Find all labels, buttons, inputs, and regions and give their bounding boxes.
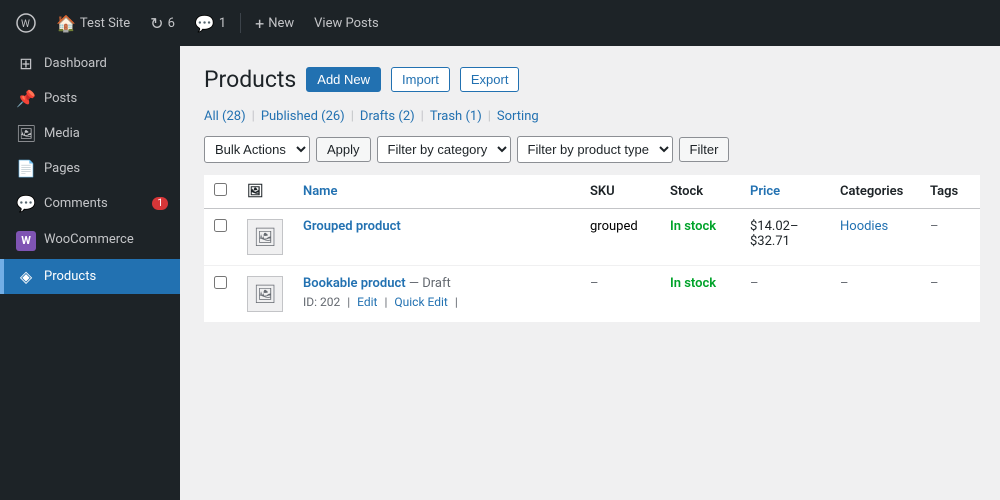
export-button[interactable]: Export	[460, 67, 520, 92]
stock-value: In stock	[670, 219, 716, 234]
adminbar-new[interactable]: + New	[247, 0, 302, 46]
svg-text:W: W	[21, 19, 30, 30]
products-table: 🖼 Name SKU Stock Price Categories Tags	[204, 175, 980, 323]
adminbar-updates[interactable]: ↻ 6	[142, 0, 183, 46]
filter-tab-published[interactable]: Published (26)	[261, 109, 345, 124]
updates-icon: ↻	[150, 14, 163, 33]
row-categories-cell: –	[830, 266, 920, 323]
filter-tab-all[interactable]: All (28)	[204, 109, 246, 124]
page-title: Products	[204, 66, 296, 93]
apply-button[interactable]: Apply	[316, 137, 371, 162]
row-price-cell: –	[740, 266, 830, 323]
th-thumbnail: 🖼	[237, 175, 293, 209]
row-thumbnail-cell: 🖼	[237, 266, 293, 323]
products-icon: ◈	[16, 267, 36, 286]
sidebar-item-media[interactable]: 🖼 Media	[0, 116, 180, 151]
stock-value: In stock	[670, 276, 716, 291]
th-price[interactable]: Price	[740, 175, 830, 209]
th-sku: SKU	[580, 175, 660, 209]
table-row: 🖼 Bookable product — Draft ID: 202 | Edi…	[204, 266, 980, 323]
sidebar-item-dashboard[interactable]: ⊞ Dashboard	[0, 46, 180, 81]
bulk-actions-select[interactable]: Bulk Actions	[204, 136, 310, 163]
pages-icon: 📄	[16, 159, 36, 178]
row-sku-cell: grouped	[580, 209, 660, 266]
tags-value: –	[930, 219, 939, 234]
product-name-link[interactable]: Bookable product	[303, 276, 406, 291]
product-thumbnail: 🖼	[247, 276, 283, 312]
woo-icon: W	[16, 229, 36, 251]
row-checkbox-cell	[204, 209, 237, 266]
filter-tab-sorting[interactable]: Sorting	[497, 109, 539, 124]
sidebar-item-posts[interactable]: 📌 Posts	[0, 81, 180, 116]
row-checkbox-cell	[204, 266, 237, 323]
product-name-link[interactable]: Grouped product	[303, 219, 401, 234]
row-stock-cell: In stock	[660, 209, 740, 266]
adminbar-separator	[240, 13, 241, 33]
image-icon: 🖼	[247, 184, 264, 199]
main-content: Products Add New Import Export All (28) …	[180, 46, 1000, 500]
row-name-cell: Bookable product — Draft ID: 202 | Edit …	[293, 266, 580, 323]
sidebar-item-products[interactable]: ◈ Products	[0, 259, 180, 294]
filter-category-select[interactable]: Filter by category	[377, 136, 511, 163]
adminbar-view-posts[interactable]: View Posts	[306, 0, 387, 46]
category-link[interactable]: Hoodies	[840, 219, 888, 234]
sidebar: ⊞ Dashboard 📌 Posts 🖼 Media 📄 Pages 💬 Co…	[0, 46, 180, 500]
posts-icon: 📌	[16, 89, 36, 108]
row-checkbox[interactable]	[214, 276, 227, 289]
home-icon: 🏠	[56, 14, 76, 33]
filter-type-select[interactable]: Filter by product type	[517, 136, 673, 163]
row-stock-cell: In stock	[660, 266, 740, 323]
price-value: $14.02–$32.71	[750, 219, 799, 249]
row-tags-cell: –	[920, 266, 980, 323]
row-thumbnail-cell: 🖼	[237, 209, 293, 266]
placeholder-icon: 🖼	[254, 284, 277, 305]
categories-value: –	[840, 276, 849, 291]
admin-bar: W 🏠 Test Site ↻ 6 💬 1 + New View Posts	[0, 0, 1000, 46]
th-stock: Stock	[660, 175, 740, 209]
wp-logo[interactable]: W	[8, 0, 44, 46]
price-value: –	[750, 276, 759, 291]
sku-value: –	[590, 276, 599, 291]
placeholder-icon: 🖼	[254, 227, 277, 248]
page-header: Products Add New Import Export	[204, 66, 980, 93]
th-categories: Categories	[830, 175, 920, 209]
tags-value: –	[930, 276, 939, 291]
row-price-cell: $14.02–$32.71	[740, 209, 830, 266]
th-tags: Tags	[920, 175, 980, 209]
table-row: 🖼 Grouped product grouped In stock $14.0…	[204, 209, 980, 266]
sku-value: grouped	[590, 219, 638, 234]
row-checkbox[interactable]	[214, 219, 227, 232]
draft-label: — Draft	[409, 276, 451, 291]
adminbar-comments[interactable]: 💬 1	[187, 0, 234, 46]
th-checkbox	[204, 175, 237, 209]
row-name-cell: Grouped product	[293, 209, 580, 266]
plus-icon: +	[255, 14, 264, 33]
row-actions: ID: 202 | Edit | Quick Edit |	[303, 295, 570, 309]
row-categories-cell: Hoodies	[830, 209, 920, 266]
edit-link[interactable]: Edit	[357, 295, 377, 309]
row-sku-cell: –	[580, 266, 660, 323]
import-button[interactable]: Import	[391, 67, 450, 92]
row-id: ID: 202	[303, 295, 340, 309]
comments-icon: 💬	[195, 14, 215, 33]
filter-tabs: All (28) | Published (26) | Drafts (2) |…	[204, 109, 980, 124]
sidebar-item-pages[interactable]: 📄 Pages	[0, 151, 180, 186]
product-thumbnail: 🖼	[247, 219, 283, 255]
th-name[interactable]: Name	[293, 175, 580, 209]
action-bar: Bulk Actions Apply Filter by category Fi…	[204, 136, 980, 163]
quick-edit-link[interactable]: Quick Edit	[394, 295, 447, 309]
add-new-button[interactable]: Add New	[306, 67, 381, 92]
filter-button[interactable]: Filter	[679, 137, 730, 162]
sidebar-item-comments[interactable]: 💬 Comments 1	[0, 186, 180, 221]
adminbar-site[interactable]: 🏠 Test Site	[48, 0, 138, 46]
comments-badge: 1	[152, 197, 168, 210]
sidebar-item-woocommerce[interactable]: W WooCommerce	[0, 221, 180, 259]
dashboard-icon: ⊞	[16, 54, 36, 73]
filter-tab-trash[interactable]: Trash (1)	[430, 109, 482, 124]
select-all-checkbox[interactable]	[214, 183, 227, 196]
comments-nav-icon: 💬	[16, 194, 36, 213]
media-icon: 🖼	[16, 124, 36, 143]
row-tags-cell: –	[920, 209, 980, 266]
filter-tab-drafts[interactable]: Drafts (2)	[360, 109, 415, 124]
